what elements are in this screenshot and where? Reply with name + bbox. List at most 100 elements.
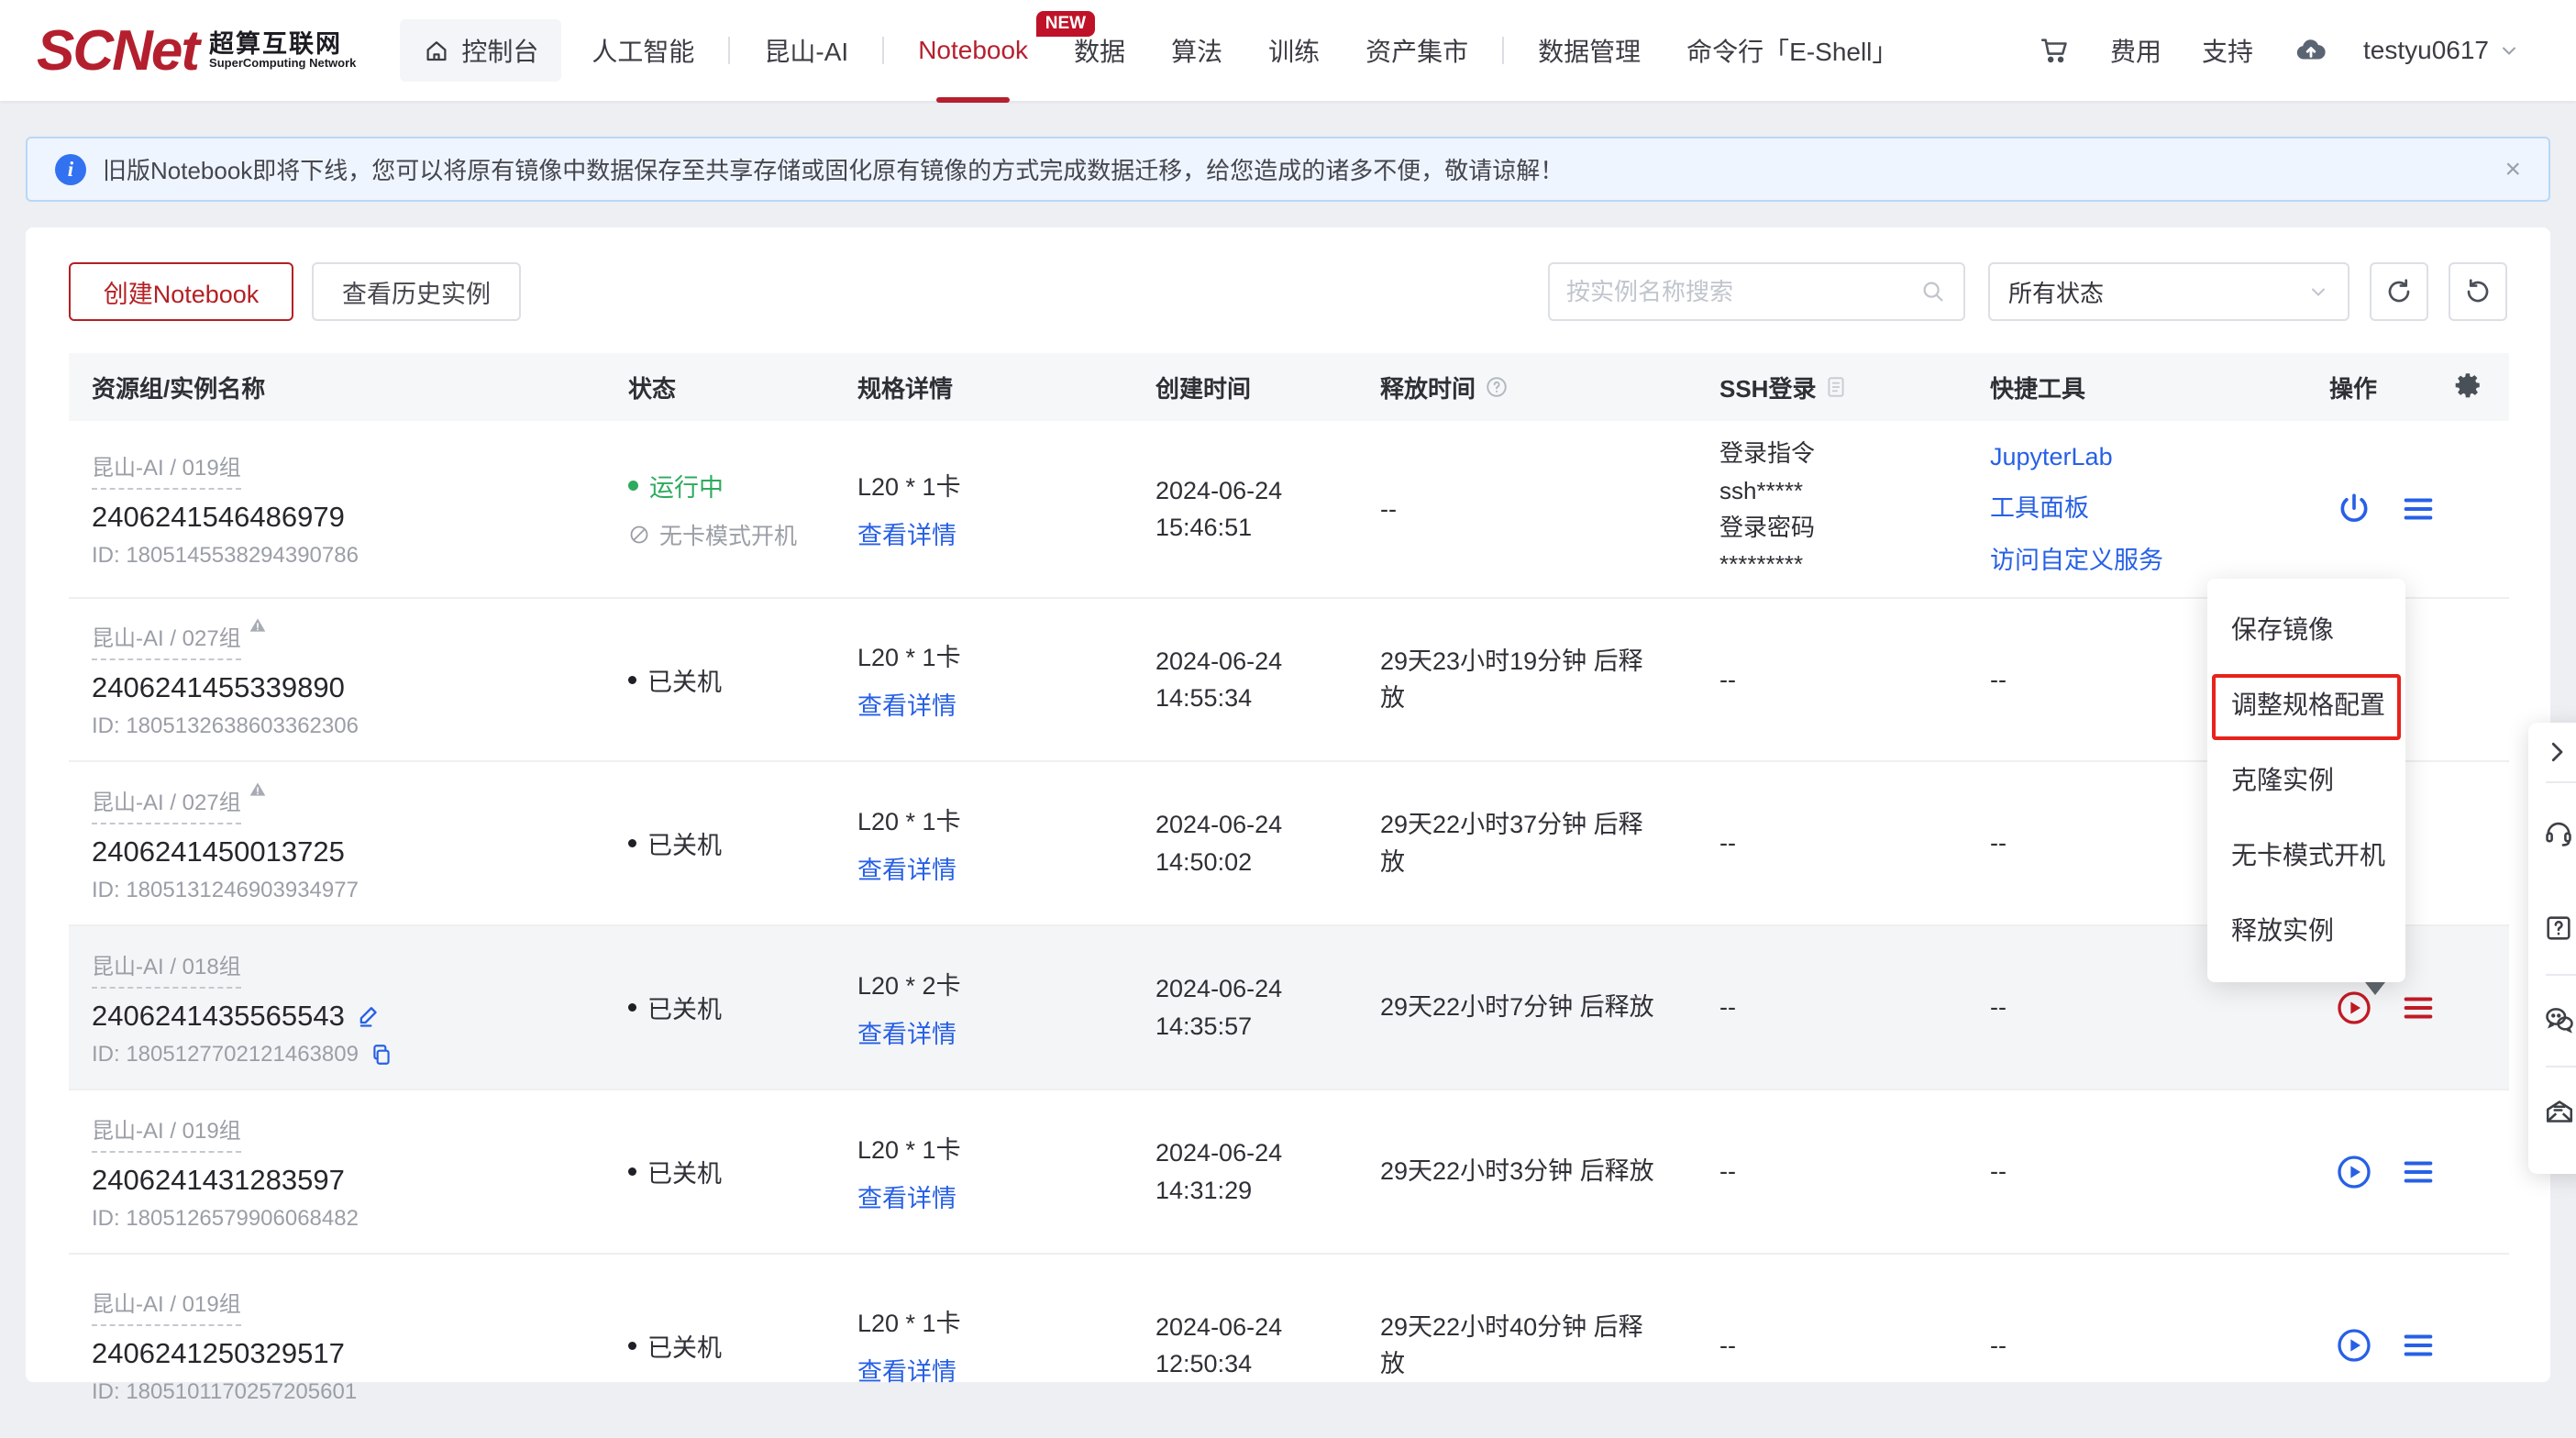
- logo-cn: 超算互联网: [209, 31, 356, 57]
- row-menu-icon[interactable]: [2400, 1327, 2437, 1364]
- operations-cell: [2274, 990, 2509, 1026]
- ssh-info-line: 登录密码: [1719, 509, 1967, 546]
- scnet-logo[interactable]: SCNet 超算互联网 SuperComputing Network: [37, 18, 356, 83]
- status-dot: [628, 676, 636, 684]
- ssh-cell: --: [1697, 1157, 1967, 1186]
- nav-item-billing[interactable]: 费用: [2090, 32, 2182, 69]
- nav-item-asset-market[interactable]: 资产集市: [1343, 0, 1491, 101]
- instance-search: [1548, 262, 1965, 321]
- ssh-empty: --: [1719, 1157, 1967, 1186]
- headset-icon[interactable]: [2528, 783, 2576, 882]
- nav-item-notebook[interactable]: Notebook NEW: [895, 0, 1051, 101]
- row-menu-icon[interactable]: [2400, 1154, 2437, 1190]
- nav-item-ai[interactable]: 人工智能: [569, 0, 717, 101]
- view-details-link[interactable]: 查看详情: [857, 1178, 956, 1214]
- edit-pencil-icon[interactable]: [356, 1003, 381, 1029]
- status-label: 已关机: [647, 990, 722, 1025]
- status-cell: 运行中无卡模式开机: [605, 468, 835, 551]
- created-time: 2024-06-24 15:46:51: [1155, 472, 1311, 547]
- cloud-upload-icon[interactable]: [2273, 33, 2349, 68]
- chevron-right-icon[interactable]: [2528, 723, 2576, 781]
- copy-icon[interactable]: [370, 1043, 393, 1067]
- view-details-link[interactable]: 查看详情: [857, 686, 956, 722]
- nav-item-console[interactable]: 控制台: [400, 19, 561, 82]
- table-header-row: 资源组/实例名称状态规格详情创建时间释放时间SSH登录快捷工具操作: [69, 353, 2509, 421]
- created-time: 2024-06-24 14:31:29: [1155, 1134, 1311, 1209]
- help-box-icon[interactable]: [2528, 882, 2576, 974]
- table-row: 昆山-AI / 019组 2406241431283597 ID: 18051265…: [69, 1090, 2509, 1255]
- instance-id: ID: 1805131246903934977: [92, 878, 605, 903]
- nav-item-algorithm[interactable]: 算法: [1148, 0, 1245, 101]
- row-operations: [2297, 1154, 2509, 1190]
- context-menu-item[interactable]: 释放实例: [2207, 893, 2405, 968]
- notebook-management-page: SCNet 超算互联网 SuperComputing Network 控制台 人…: [0, 0, 2576, 1382]
- spec-text: L20 * 1卡: [857, 637, 1133, 673]
- row-operations: [2297, 491, 2509, 527]
- nav-item-support[interactable]: 支持: [2182, 32, 2273, 69]
- context-menu-item[interactable]: 保存镜像: [2207, 592, 2405, 668]
- status-filter-select[interactable]: 所有状态: [1988, 262, 2349, 321]
- tool-link[interactable]: 工具面板: [1990, 488, 2274, 524]
- nav-item-data[interactable]: 数据: [1051, 0, 1148, 101]
- chevron-down-icon: [2307, 281, 2329, 303]
- nav-item-data-mgmt[interactable]: 数据管理: [1515, 0, 1664, 101]
- resource-group-label: 昆山-AI / 019组: [92, 1112, 241, 1153]
- row-menu-icon[interactable]: [2400, 990, 2437, 1026]
- nav-menu: 控制台 人工智能 昆山-AI Notebook NEW 数据 算法 训练 资产集…: [392, 0, 1920, 101]
- play-icon[interactable]: [2336, 1327, 2372, 1364]
- table-row: 昆山-AI / 019组2406241250329517ID: 18051011…: [69, 1255, 2509, 1438]
- context-menu-item[interactable]: 调整规格配置: [2207, 668, 2405, 743]
- nav-item-cli-eshell[interactable]: 命令行「E-Shell」: [1664, 0, 1920, 101]
- tool-link[interactable]: JupyterLab: [1990, 443, 2274, 471]
- resource-cell: 昆山-AI / 019组2406241546486979ID: 18051455…: [69, 449, 605, 569]
- view-history-button[interactable]: 查看历史实例: [312, 262, 521, 321]
- instance-name: 2406241431283597: [92, 1164, 605, 1197]
- logo-en: SuperComputing Network: [209, 57, 356, 70]
- nav-item-kunshan-ai[interactable]: 昆山-AI: [741, 0, 871, 101]
- wechat-icon[interactable]: [2528, 976, 2576, 1066]
- instance-id-text: ID: 1805132638603362306: [92, 713, 359, 739]
- resource-cell: 昆山-AI / 027组2406241455339890ID: 18051326…: [69, 620, 605, 739]
- instance-id: ID: 1805126579906068482: [92, 1206, 605, 1232]
- view-details-link[interactable]: 查看详情: [857, 850, 956, 886]
- column-header-5: 释放时间: [1357, 371, 1697, 404]
- spec-text: L20 * 1卡: [857, 467, 1133, 503]
- resource-cell: 昆山-AI / 027组2406241450013725ID: 18051312…: [69, 784, 605, 903]
- banner-close-icon[interactable]: ×: [2504, 156, 2521, 183]
- nav-item-training[interactable]: 训练: [1245, 0, 1343, 101]
- context-menu-item[interactable]: 无卡模式开机: [2207, 818, 2405, 893]
- ssh-info-line: *********: [1719, 546, 1967, 582]
- create-notebook-button[interactable]: 创建Notebook: [69, 262, 293, 321]
- operations-cell: [2274, 1154, 2509, 1190]
- spec-cell: L20 * 2卡查看详情: [835, 966, 1133, 1050]
- refresh-button[interactable]: [2370, 262, 2428, 321]
- table-settings-gear-icon[interactable]: [2452, 370, 2509, 405]
- column-header-3: 规格详情: [835, 371, 1133, 404]
- created-time: 2024-06-24 14:35:57: [1155, 970, 1311, 1045]
- created-time-cell: 2024-06-24 14:35:57: [1133, 970, 1357, 1045]
- reset-icon: [2463, 277, 2493, 306]
- user-menu[interactable]: testyu0617: [2349, 36, 2535, 65]
- nav-separator: [1502, 37, 1504, 64]
- view-details-link[interactable]: 查看详情: [857, 1352, 956, 1388]
- row-menu-icon[interactable]: [2400, 491, 2437, 527]
- status-text: 已关机: [628, 825, 835, 861]
- info-icon: i: [55, 154, 86, 185]
- status-dot: [628, 1003, 636, 1012]
- release-time-cell: 29天22小时37分钟 后释放: [1357, 806, 1697, 880]
- mail-icon[interactable]: [2528, 1067, 2576, 1156]
- search-input[interactable]: [1566, 278, 1919, 306]
- power-icon[interactable]: [2336, 491, 2372, 527]
- cart-icon[interactable]: [2018, 35, 2090, 66]
- search-icon: [1919, 278, 1947, 305]
- resource-group: 昆山-AI / 019组: [92, 449, 241, 490]
- status-text: 已关机: [628, 1328, 835, 1364]
- view-details-link[interactable]: 查看详情: [857, 515, 956, 551]
- reset-button[interactable]: [2449, 262, 2507, 321]
- nav-separator: [728, 37, 730, 64]
- play-icon[interactable]: [2336, 1154, 2372, 1190]
- main-card: 创建Notebook 查看历史实例 所有状态 资源组/实例名称状态规格详情创建时…: [26, 227, 2550, 1382]
- tool-link[interactable]: 访问自定义服务: [1990, 540, 2274, 576]
- context-menu-item[interactable]: 克隆实例: [2207, 743, 2405, 818]
- view-details-link[interactable]: 查看详情: [857, 1014, 956, 1050]
